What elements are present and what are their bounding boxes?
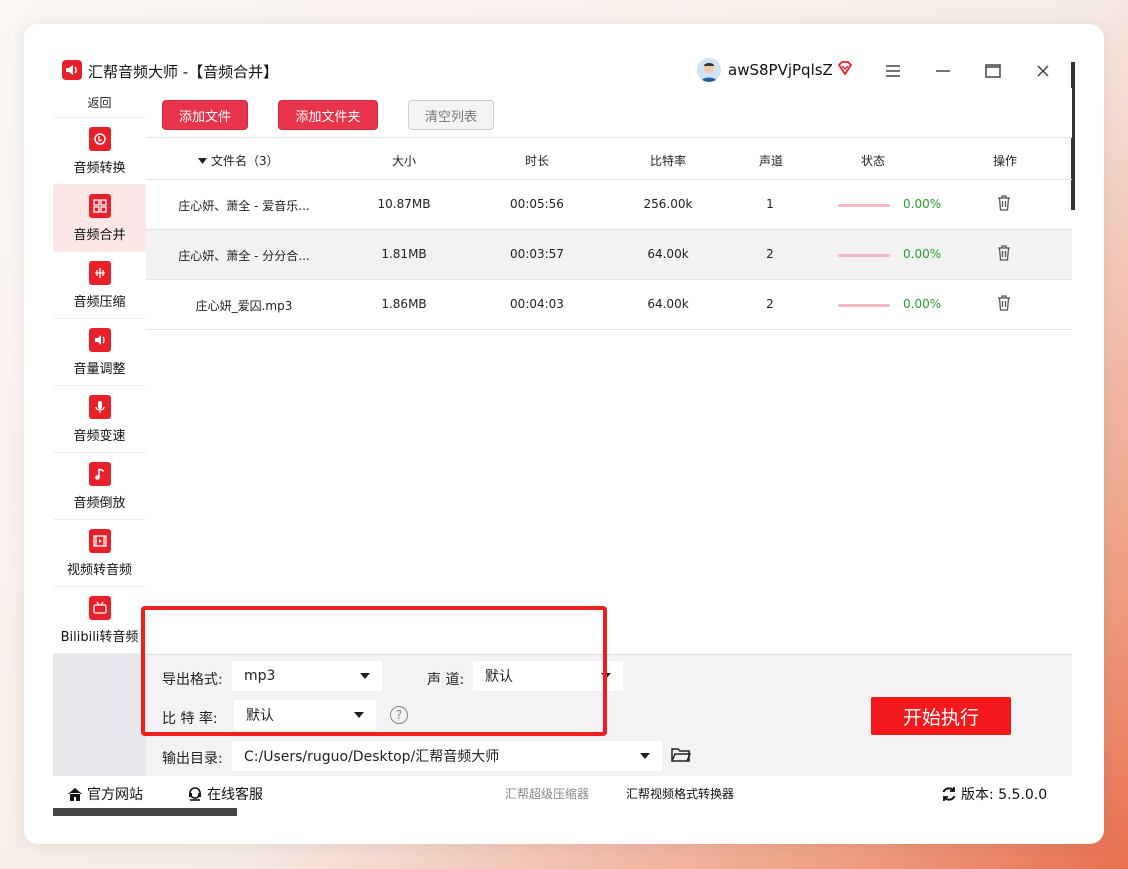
sidebar-item-label: 音频压缩 xyxy=(73,294,126,310)
table-row[interactable]: 庄心妍、萧全 - 分分合... 1.81MB 00:03:57 64.00k 2… xyxy=(146,230,1072,280)
file-bitrate: 64.00k xyxy=(647,297,689,311)
website-link[interactable]: 官方网站 xyxy=(67,784,143,804)
sidebar-item-bilibili[interactable]: Bilibili转音频 xyxy=(53,587,146,654)
sidebar: 返回 音频转换 音频合并 音频压缩 音量调整 音频变速 音频倒放 视频转音频 B… xyxy=(53,88,146,654)
tv-icon xyxy=(88,595,111,620)
sidebar-item-reverse[interactable]: 音频倒放 xyxy=(53,453,146,520)
app-logo-icon xyxy=(62,60,82,80)
column-bitrate: 比特率 xyxy=(649,154,686,168)
highlight-box xyxy=(141,606,607,736)
support-label: 在线客服 xyxy=(207,787,263,803)
sidebar-item-label: 音量调整 xyxy=(73,361,126,377)
headset-icon xyxy=(189,786,201,801)
sidebar-item-audio-convert[interactable]: 音频转换 xyxy=(53,118,146,185)
file-name: 庄心妍、萧全 - 爱音乐... xyxy=(178,199,310,213)
maximize-icon[interactable] xyxy=(980,58,1006,84)
support-link[interactable]: 在线客服 xyxy=(187,784,263,804)
file-size: 10.87MB xyxy=(377,197,431,211)
file-channels: 1 xyxy=(766,197,774,211)
file-duration: 00:04:03 xyxy=(510,297,564,311)
table-row[interactable]: 庄心妍、萧全 - 爱音乐... 10.87MB 00:05:56 256.00k… xyxy=(146,180,1072,230)
column-filename-label: 文件名（3） xyxy=(211,154,279,168)
file-table: 文件名（3） 大小 时长 比特率 声道 状态 操作 庄心妍、萧全 - 爱音乐..… xyxy=(146,138,1072,330)
trash-icon[interactable] xyxy=(997,295,1011,311)
version-label: 版本: 5.5.0.0 xyxy=(961,787,1048,803)
table-row[interactable]: 庄心妍_爱囚.mp3 1.86MB 00:04:03 64.00k 2 0.00… xyxy=(146,280,1072,330)
audio-convert-icon xyxy=(88,126,111,151)
output-dir-select[interactable]: C:/Users/ruguo/Desktop/汇帮音频大师 xyxy=(232,741,662,771)
trash-icon[interactable] xyxy=(997,245,1011,261)
back-button[interactable]: 返回 xyxy=(53,88,146,118)
column-size: 大小 xyxy=(391,154,416,168)
clear-list-button[interactable]: 清空列表 xyxy=(408,100,494,130)
app-title: 汇帮音频大师 -【音频合并】 xyxy=(88,63,279,81)
progress-bar xyxy=(838,304,890,307)
video-converter-link[interactable]: 汇帮视频格式转换器 xyxy=(626,785,734,802)
folder-open-icon[interactable] xyxy=(671,747,691,763)
column-status: 状态 xyxy=(860,154,885,168)
chevron-down-icon xyxy=(640,753,650,759)
mic-icon xyxy=(88,394,111,419)
file-bitrate: 256.00k xyxy=(643,197,693,211)
progress-percent: 0.00% xyxy=(903,197,942,211)
sidebar-item-volume[interactable]: 音量调整 xyxy=(53,319,146,386)
footer: 官方网站 在线客服 汇帮超级压缩器 汇帮视频格式转换器 版本: 5.5.0.0 xyxy=(53,776,1072,808)
sidebar-item-label: 音频变速 xyxy=(73,428,126,444)
sidebar-item-label: 视频转音频 xyxy=(66,562,132,578)
sidebar-item-label: 音频倒放 xyxy=(73,495,126,511)
close-icon[interactable] xyxy=(1030,58,1056,84)
sort-caret-icon xyxy=(198,157,207,164)
sidebar-item-label: 音频合并 xyxy=(73,227,126,243)
sidebar-item-speed[interactable]: 音频变速 xyxy=(53,386,146,453)
user-name[interactable]: awS8PVjPqlsZ xyxy=(728,61,833,79)
file-name: 庄心妍、萧全 - 分分合... xyxy=(178,249,310,263)
minimize-icon[interactable] xyxy=(930,58,956,84)
sidebar-item-label: 音频转换 xyxy=(73,160,126,176)
column-filename[interactable]: 文件名（3） xyxy=(198,152,308,169)
title-bar: 汇帮音频大师 -【音频合并】 awS8PVjPqlsZ xyxy=(52,54,1072,88)
file-name: 庄心妍_爱囚.mp3 xyxy=(195,299,293,313)
sidebar-item-audio-compress[interactable]: 音频压缩 xyxy=(53,252,146,319)
sidebar-item-label: Bilibili转音频 xyxy=(60,629,139,645)
menu-icon[interactable] xyxy=(880,58,906,84)
progress-bar xyxy=(838,254,890,257)
output-label: 输出目录: xyxy=(162,751,223,767)
table-header: 文件名（3） 大小 时长 比特率 声道 状态 操作 xyxy=(146,138,1072,180)
trash-icon[interactable] xyxy=(997,195,1011,211)
file-size: 1.86MB xyxy=(381,297,427,311)
compressor-link[interactable]: 汇帮超级压缩器 xyxy=(505,785,589,802)
audio-merge-icon xyxy=(88,193,111,218)
website-label: 官方网站 xyxy=(87,787,143,803)
progress-bar xyxy=(838,204,890,207)
footer-scrollbar[interactable] xyxy=(53,808,237,816)
add-file-button[interactable]: 添加文件 xyxy=(162,100,248,130)
add-folder-button[interactable]: 添加文件夹 xyxy=(278,100,378,130)
vip-diamond-icon[interactable] xyxy=(836,59,854,77)
file-channels: 2 xyxy=(766,297,774,311)
film-icon xyxy=(88,528,111,553)
start-button[interactable]: 开始执行 xyxy=(871,697,1011,735)
column-channels: 声道 xyxy=(758,154,783,168)
sidebar-item-audio-merge[interactable]: 音频合并 xyxy=(53,185,146,252)
column-action: 操作 xyxy=(992,154,1017,168)
file-bitrate: 64.00k xyxy=(647,247,689,261)
toolbar: 添加文件 添加文件夹 清空列表 xyxy=(146,88,1072,138)
output-dir-value: C:/Users/ruguo/Desktop/汇帮音频大师 xyxy=(244,749,500,765)
version-info[interactable]: 版本: 5.5.0.0 xyxy=(941,784,1047,804)
sidebar-item-video-to-audio[interactable]: 视频转音频 xyxy=(53,520,146,587)
home-icon xyxy=(68,787,82,801)
file-duration: 00:05:56 xyxy=(510,197,564,211)
progress-percent: 0.00% xyxy=(903,247,942,261)
refresh-icon xyxy=(942,787,956,801)
sidebar-footer-area xyxy=(53,654,146,776)
progress-percent: 0.00% xyxy=(903,297,942,311)
file-duration: 00:03:57 xyxy=(510,247,564,261)
file-size: 1.81MB xyxy=(381,247,427,261)
user-avatar[interactable] xyxy=(697,58,721,82)
music-note-icon xyxy=(88,461,111,486)
volume-icon xyxy=(88,327,111,352)
column-duration: 时长 xyxy=(524,154,549,168)
audio-compress-icon xyxy=(88,260,111,285)
file-channels: 2 xyxy=(766,247,774,261)
